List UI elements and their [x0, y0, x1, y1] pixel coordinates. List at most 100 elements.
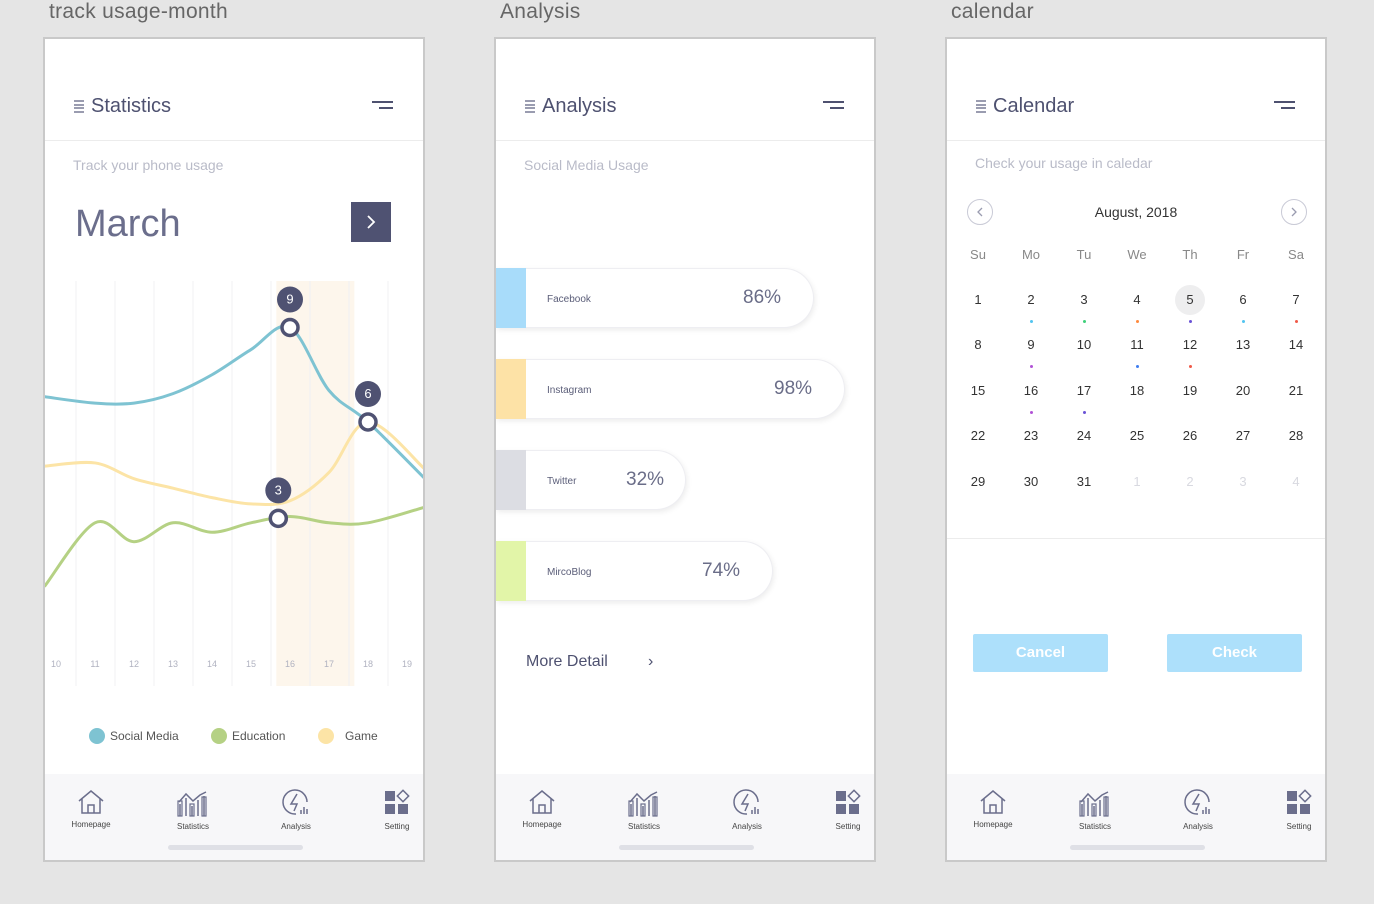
calendar-day[interactable]: 11 [1122, 330, 1152, 360]
header: Calendar [947, 39, 1325, 141]
calendar-day[interactable]: 24 [1069, 421, 1099, 451]
calendar-day[interactable]: 31 [1069, 467, 1099, 497]
calendar-day[interactable]: 17 [1069, 376, 1099, 406]
tab-statistics[interactable]: Statistics [1065, 788, 1125, 831]
calendar-day[interactable]: 12 [1175, 330, 1205, 360]
calendar-day[interactable]: 14 [1281, 330, 1311, 360]
calendar-day[interactable]: 15 [963, 376, 993, 406]
calendar-day[interactable]: 30 [1016, 467, 1046, 497]
tab-analysis[interactable]: Analysis [266, 788, 326, 831]
tab-setting[interactable]: Setting [367, 788, 423, 831]
usage-bar-mircoblog[interactable]: MircoBlog 74% [496, 541, 773, 601]
calendar-day[interactable]: 21 [1281, 376, 1311, 406]
usage-bar-instagram[interactable]: Instagram 98% [496, 359, 845, 419]
calendar-day[interactable]: 19 [1175, 376, 1205, 406]
legend-label: Game [345, 729, 378, 743]
menu-icon[interactable] [823, 101, 844, 111]
calendar-day[interactable]: 23 [1016, 421, 1046, 451]
page-title: Statistics [91, 95, 172, 117]
home-indicator [619, 845, 754, 850]
tab-analysis[interactable]: Analysis [1168, 788, 1228, 831]
usage-dot [1082, 320, 1086, 323]
chevron-right-icon [1291, 207, 1297, 217]
page-subtitle: Social Media Usage [524, 157, 649, 173]
x-tick-label: 14 [207, 659, 217, 669]
calendar-day[interactable]: 13 [1228, 330, 1258, 360]
home-icon [78, 790, 104, 814]
usage-dot [1294, 320, 1298, 323]
x-tick-label: 19 [402, 659, 412, 669]
lightning-gauge-icon [1184, 789, 1210, 815]
more-detail-link[interactable]: More Detail [526, 653, 608, 671]
calendar-day[interactable]: 7 [1281, 285, 1311, 315]
tab-label: Statistics [176, 822, 209, 831]
tab-label: Analysis [1183, 822, 1213, 831]
calendar-day[interactable]: 10 [1069, 330, 1099, 360]
usage-bar-twitter[interactable]: Twitter 32% [496, 450, 686, 510]
chevron-right-icon[interactable]: › [648, 653, 653, 671]
calendar-day[interactable]: 2 [1016, 285, 1046, 315]
weekday-label: Sa [1288, 247, 1304, 262]
calendar-day[interactable]: 26 [1175, 421, 1205, 451]
x-tick-label: 10 [51, 659, 61, 669]
cancel-button[interactable]: Cancel [973, 634, 1108, 672]
legend-swatch [89, 728, 105, 744]
tab-bar: Homepage Statistics Analysis Setting [45, 774, 423, 860]
home-icon [529, 790, 555, 814]
usage-dot [1241, 320, 1245, 323]
tab-homepage[interactable]: Homepage [61, 788, 121, 829]
usage-bar-facebook[interactable]: Facebook 86% [496, 268, 814, 328]
next-month-button[interactable] [351, 202, 391, 242]
calendar-day[interactable]: 20 [1228, 376, 1258, 406]
tab-homepage[interactable]: Homepage [512, 788, 572, 829]
tab-statistics[interactable]: Statistics [614, 788, 674, 831]
month-label: March [75, 203, 181, 245]
calendar-day[interactable]: 22 [963, 421, 993, 451]
bar-swatch [496, 359, 526, 419]
data-point-marker [268, 508, 289, 529]
calendar-day[interactable]: 4 [1122, 285, 1152, 315]
bar-chart-icon [628, 791, 658, 817]
calendar-day[interactable]: 16 [1016, 376, 1046, 406]
usage-line-chart: 9 6 3 10 11 12 13 14 15 16 17 18 19 [45, 281, 423, 691]
calendar-day[interactable]: 6 [1228, 285, 1258, 315]
page-title: Analysis [542, 95, 617, 117]
statistics-screen: Statistics Track your phone usage March … [43, 37, 425, 862]
tab-statistics[interactable]: Statistics [163, 788, 223, 831]
calendar-day[interactable]: 9 [1016, 330, 1046, 360]
tab-analysis[interactable]: Analysis [717, 788, 777, 831]
x-tick-label: 18 [363, 659, 373, 669]
grid-settings-icon [836, 789, 861, 814]
calendar-day[interactable]: 3 [1228, 467, 1258, 497]
calendar-day[interactable]: 3 [1069, 285, 1099, 315]
calendar-day[interactable]: 4 [1281, 467, 1311, 497]
tab-setting[interactable]: Setting [1269, 788, 1325, 831]
home-indicator [168, 845, 303, 850]
calendar-day[interactable]: 29 [963, 467, 993, 497]
weekday-label: Su [970, 247, 986, 262]
menu-icon[interactable] [372, 101, 393, 111]
calendar-day[interactable]: 27 [1228, 421, 1258, 451]
menu-icon[interactable] [1274, 101, 1295, 111]
calendar-day[interactable]: 25 [1122, 421, 1152, 451]
calendar-day[interactable]: 1 [963, 285, 993, 315]
calendar-day[interactable]: 5 [1175, 285, 1205, 315]
home-indicator [1070, 845, 1205, 850]
tab-setting[interactable]: Setting [818, 788, 874, 831]
legend-label: Social Media [110, 729, 179, 743]
next-month-button[interactable] [1281, 199, 1307, 225]
calendar-day[interactable]: 8 [963, 330, 993, 360]
stack-icon [525, 100, 535, 113]
tab-bar: Homepage Statistics Analysis Setting [947, 774, 1325, 860]
stack-icon [976, 100, 986, 113]
calendar-day[interactable]: 1 [1122, 467, 1152, 497]
series-line-game [45, 420, 423, 507]
x-tick-label: 12 [129, 659, 139, 669]
tab-homepage[interactable]: Homepage [963, 788, 1023, 829]
calendar-day[interactable]: 28 [1281, 421, 1311, 451]
bar-percent: 98% [774, 378, 813, 399]
weekday-label: We [1127, 247, 1147, 262]
calendar-day[interactable]: 18 [1122, 376, 1152, 406]
check-button[interactable]: Check [1167, 634, 1302, 672]
calendar-day[interactable]: 2 [1175, 467, 1205, 497]
